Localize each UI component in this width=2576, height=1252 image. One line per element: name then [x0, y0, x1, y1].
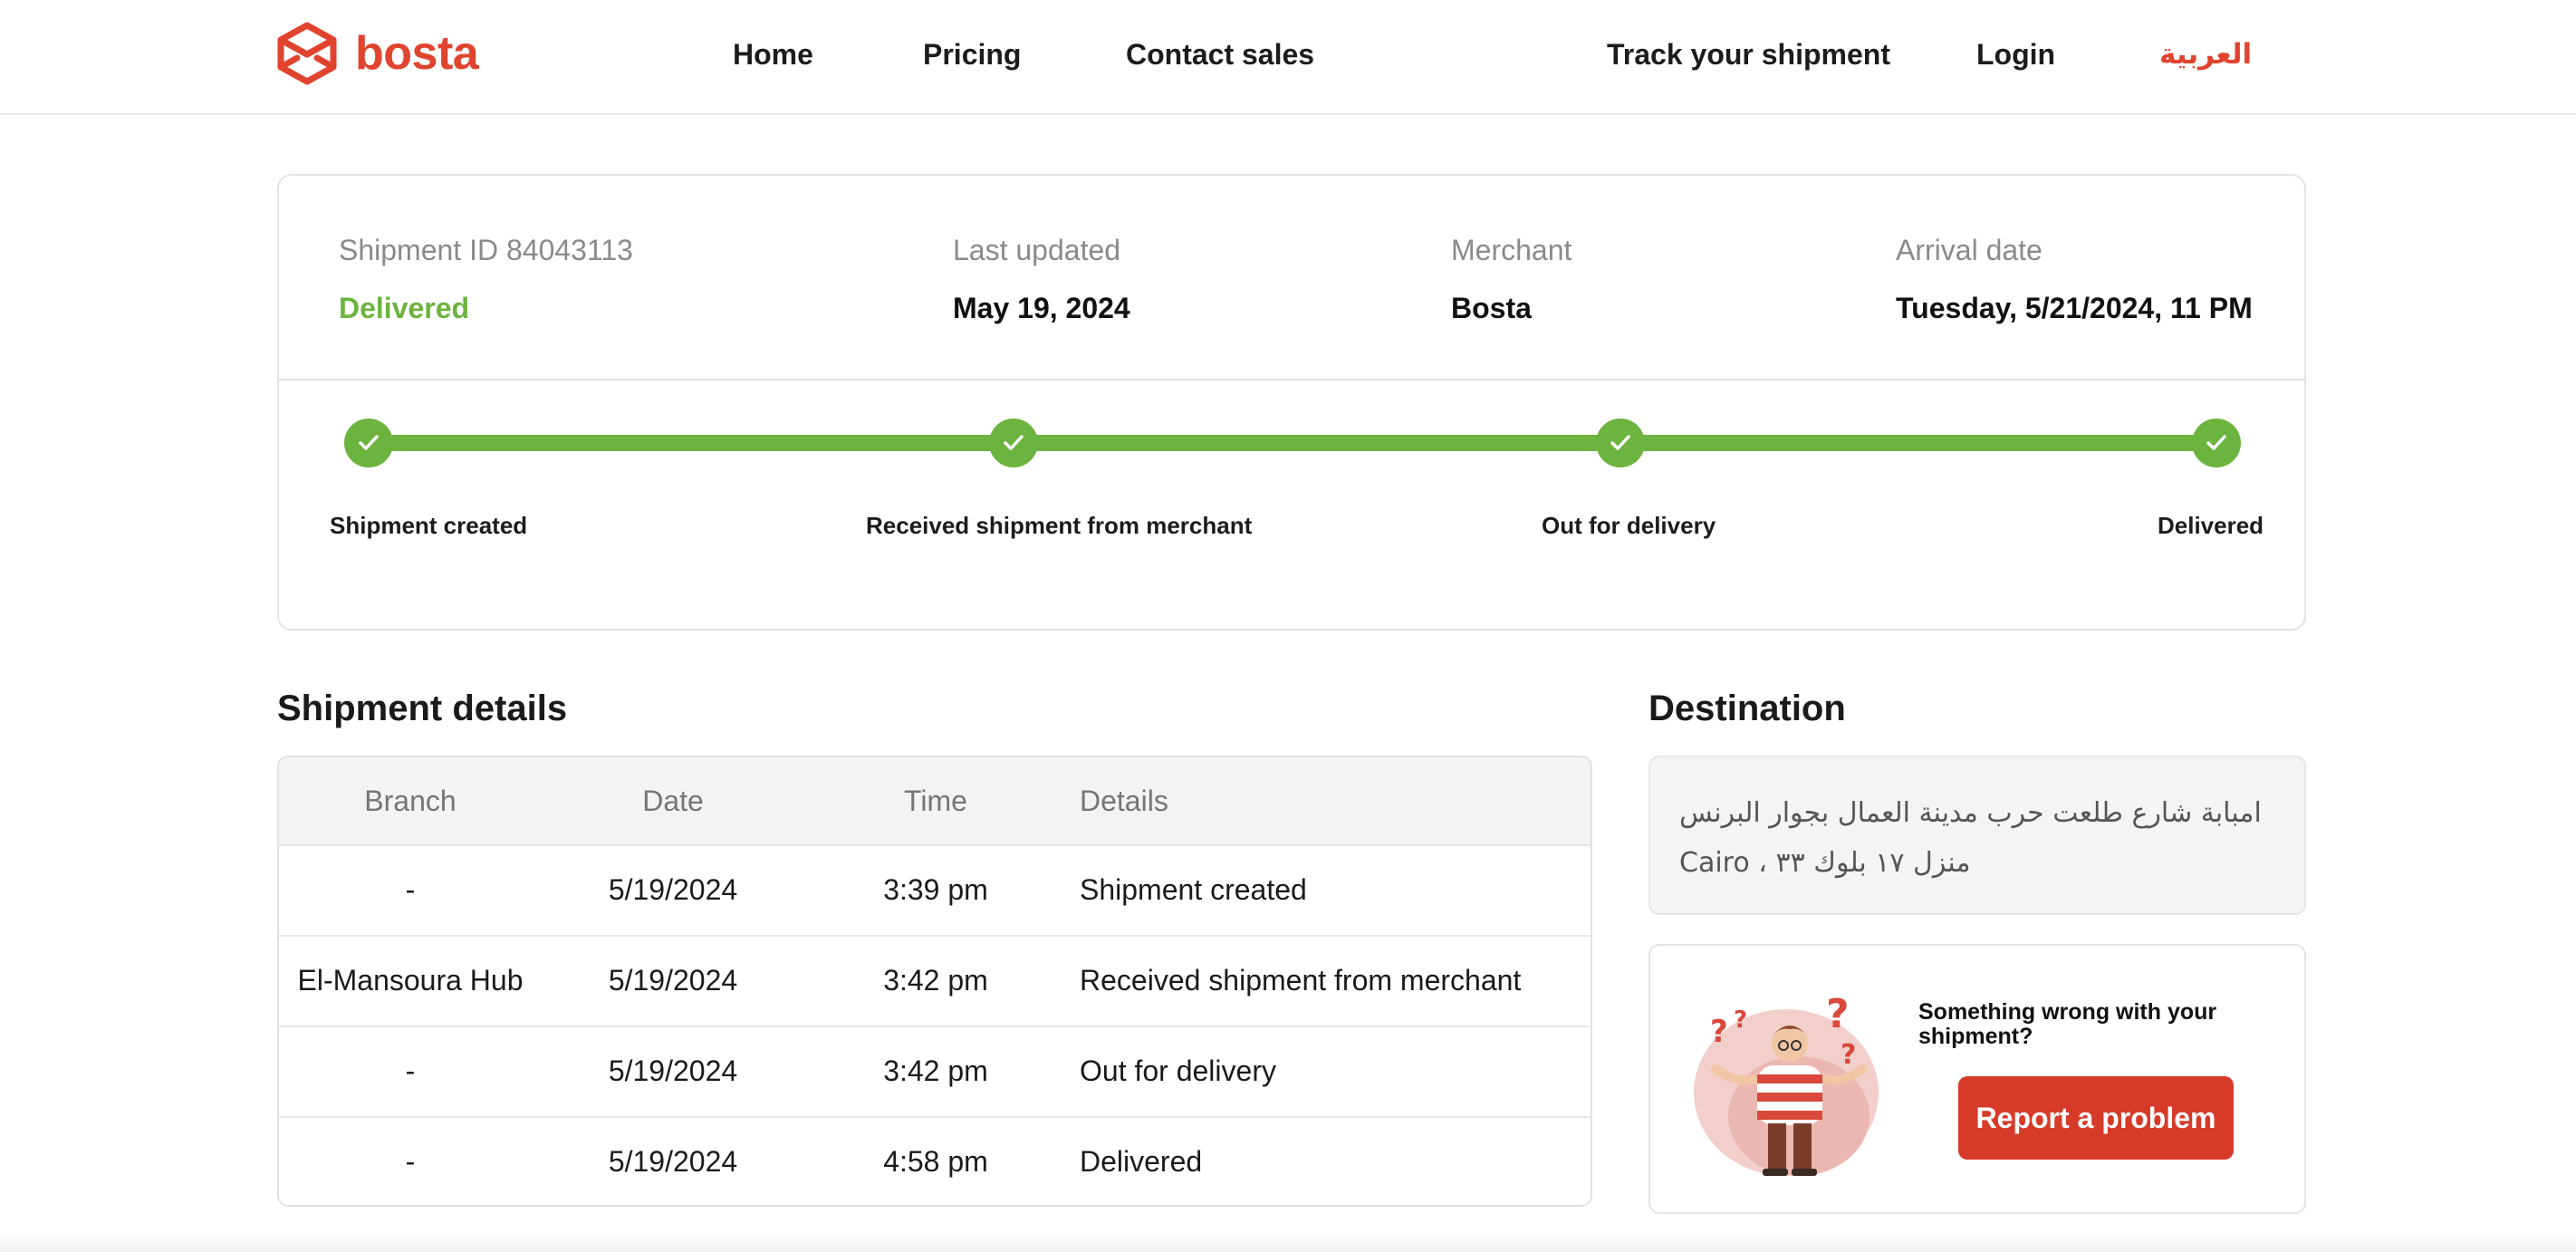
table-row: - 5/19/2024 3:42 pm Out for delivery [279, 1027, 1591, 1118]
last-updated-value: May 19, 2024 [953, 292, 1130, 324]
problem-prompt-text: Something wrong with your shipment? [1918, 999, 2217, 1049]
top-nav-bar: bosta Home Pricing Contact sales Track y… [0, 0, 2576, 115]
column-header-time: Time [904, 785, 967, 817]
cell-time: 3:42 pm [883, 964, 988, 997]
column-header-branch: Branch [364, 785, 457, 817]
last-updated-label: Last updated [953, 234, 1121, 266]
cell-details: Shipment created [1080, 873, 1307, 906]
merchant-label: Merchant [1451, 234, 1572, 266]
svg-text:?: ? [1826, 991, 1850, 1037]
step-out-for-delivery-check-icon [1596, 419, 1645, 467]
shipment-summary-card: Shipment ID 84043113 Delivered Last upda… [277, 174, 2306, 631]
column-header-details: Details [1080, 785, 1168, 817]
nav-contact-sales[interactable]: Contact sales [1126, 34, 1314, 74]
nav-pricing[interactable]: Pricing [923, 34, 1021, 74]
last-updated-block: Last updated May 19, 2024 [953, 230, 1130, 328]
cell-branch: El-Mansoura Hub [297, 964, 524, 997]
table-header: Branch Date Time Details [279, 757, 1591, 846]
arrival-date-value: Tuesday, 5/21/2024, 11 PM [1896, 292, 2253, 324]
step-shipment-created-check-icon [344, 419, 393, 467]
destination-address: امبابة شارع طلعت حرب مدينة العمال بجوار … [1679, 797, 2262, 879]
progress-bar [368, 435, 2230, 451]
cell-date: 5/19/2024 [608, 1145, 738, 1178]
shipment-details-table: Branch Date Time Details - 5/19/2024 3:3… [277, 756, 1592, 1207]
merchant-value: Bosta [1451, 292, 1532, 324]
shipment-id-block: Shipment ID 84043113 Delivered [339, 230, 633, 328]
table-row: - 5/19/2024 4:58 pm Delivered [279, 1118, 1591, 1205]
table-row: El-Mansoura Hub 5/19/2024 3:42 pm Receiv… [279, 937, 1591, 1027]
step-label-delivered: Delivered [2158, 512, 2264, 539]
nav-login[interactable]: Login [1976, 34, 2055, 74]
page-bottom-shadow [0, 1232, 2576, 1252]
bosta-logo[interactable]: bosta [275, 22, 479, 85]
cell-branch: - [405, 1055, 416, 1087]
table-row: - 5/19/2024 3:39 pm Shipment created [279, 846, 1591, 937]
step-label-out-for-delivery: Out for delivery [1542, 512, 1716, 539]
step-received-check-icon [989, 419, 1038, 467]
arrival-date-block: Arrival date Tuesday, 5/21/2024, 11 PM [1896, 230, 2253, 328]
summary-info-row: Shipment ID 84043113 Delivered Last upda… [279, 176, 2304, 380]
nav-home[interactable]: Home [733, 34, 813, 74]
arrival-date-label: Arrival date [1896, 234, 2043, 266]
svg-text:?: ? [1734, 1006, 1747, 1034]
cell-date: 5/19/2024 [608, 1055, 738, 1087]
cell-time: 3:42 pm [883, 1055, 988, 1087]
cell-date: 5/19/2024 [608, 964, 738, 997]
cell-branch: - [405, 1145, 416, 1178]
shipment-id-label: Shipment ID 84043113 [339, 234, 633, 266]
cell-details: Received shipment from merchant [1080, 964, 1522, 997]
merchant-block: Merchant Bosta [1451, 230, 1572, 328]
bosta-box-logo-icon [277, 22, 337, 85]
report-problem-button[interactable]: Report a problem [1958, 1076, 2234, 1160]
step-label-shipment-created: Shipment created [330, 512, 528, 539]
nav-language-switch[interactable]: العربية [2159, 34, 2252, 74]
confused-person-illustration-icon: ? ? ? ? [1694, 991, 1879, 1176]
cell-details: Out for delivery [1080, 1055, 1276, 1087]
cell-branch: - [405, 873, 416, 906]
shipment-details-title: Shipment details [277, 689, 568, 728]
nav-track-shipment[interactable]: Track your shipment [1607, 34, 1890, 74]
cell-time: 3:39 pm [883, 873, 988, 906]
svg-text:?: ? [1841, 1039, 1856, 1071]
svg-text:?: ? [1710, 1014, 1728, 1050]
column-header-date: Date [642, 785, 704, 817]
report-problem-card: ? ? ? ? Something wrong with your shipme… [1648, 944, 2306, 1214]
shipment-status: Delivered [339, 292, 470, 324]
logo-text: bosta [355, 27, 479, 80]
shipment-progress-tracker: Shipment created Received shipment from … [279, 380, 2304, 632]
step-delivered-check-icon [2192, 419, 2241, 467]
cell-details: Delivered [1080, 1145, 1203, 1178]
destination-title: Destination [1648, 689, 1846, 728]
step-label-received: Received shipment from merchant [866, 512, 1253, 539]
destination-address-box: امبابة شارع طلعت حرب مدينة العمال بجوار … [1648, 756, 2306, 915]
cell-date: 5/19/2024 [608, 873, 738, 906]
cell-time: 4:58 pm [883, 1145, 988, 1178]
